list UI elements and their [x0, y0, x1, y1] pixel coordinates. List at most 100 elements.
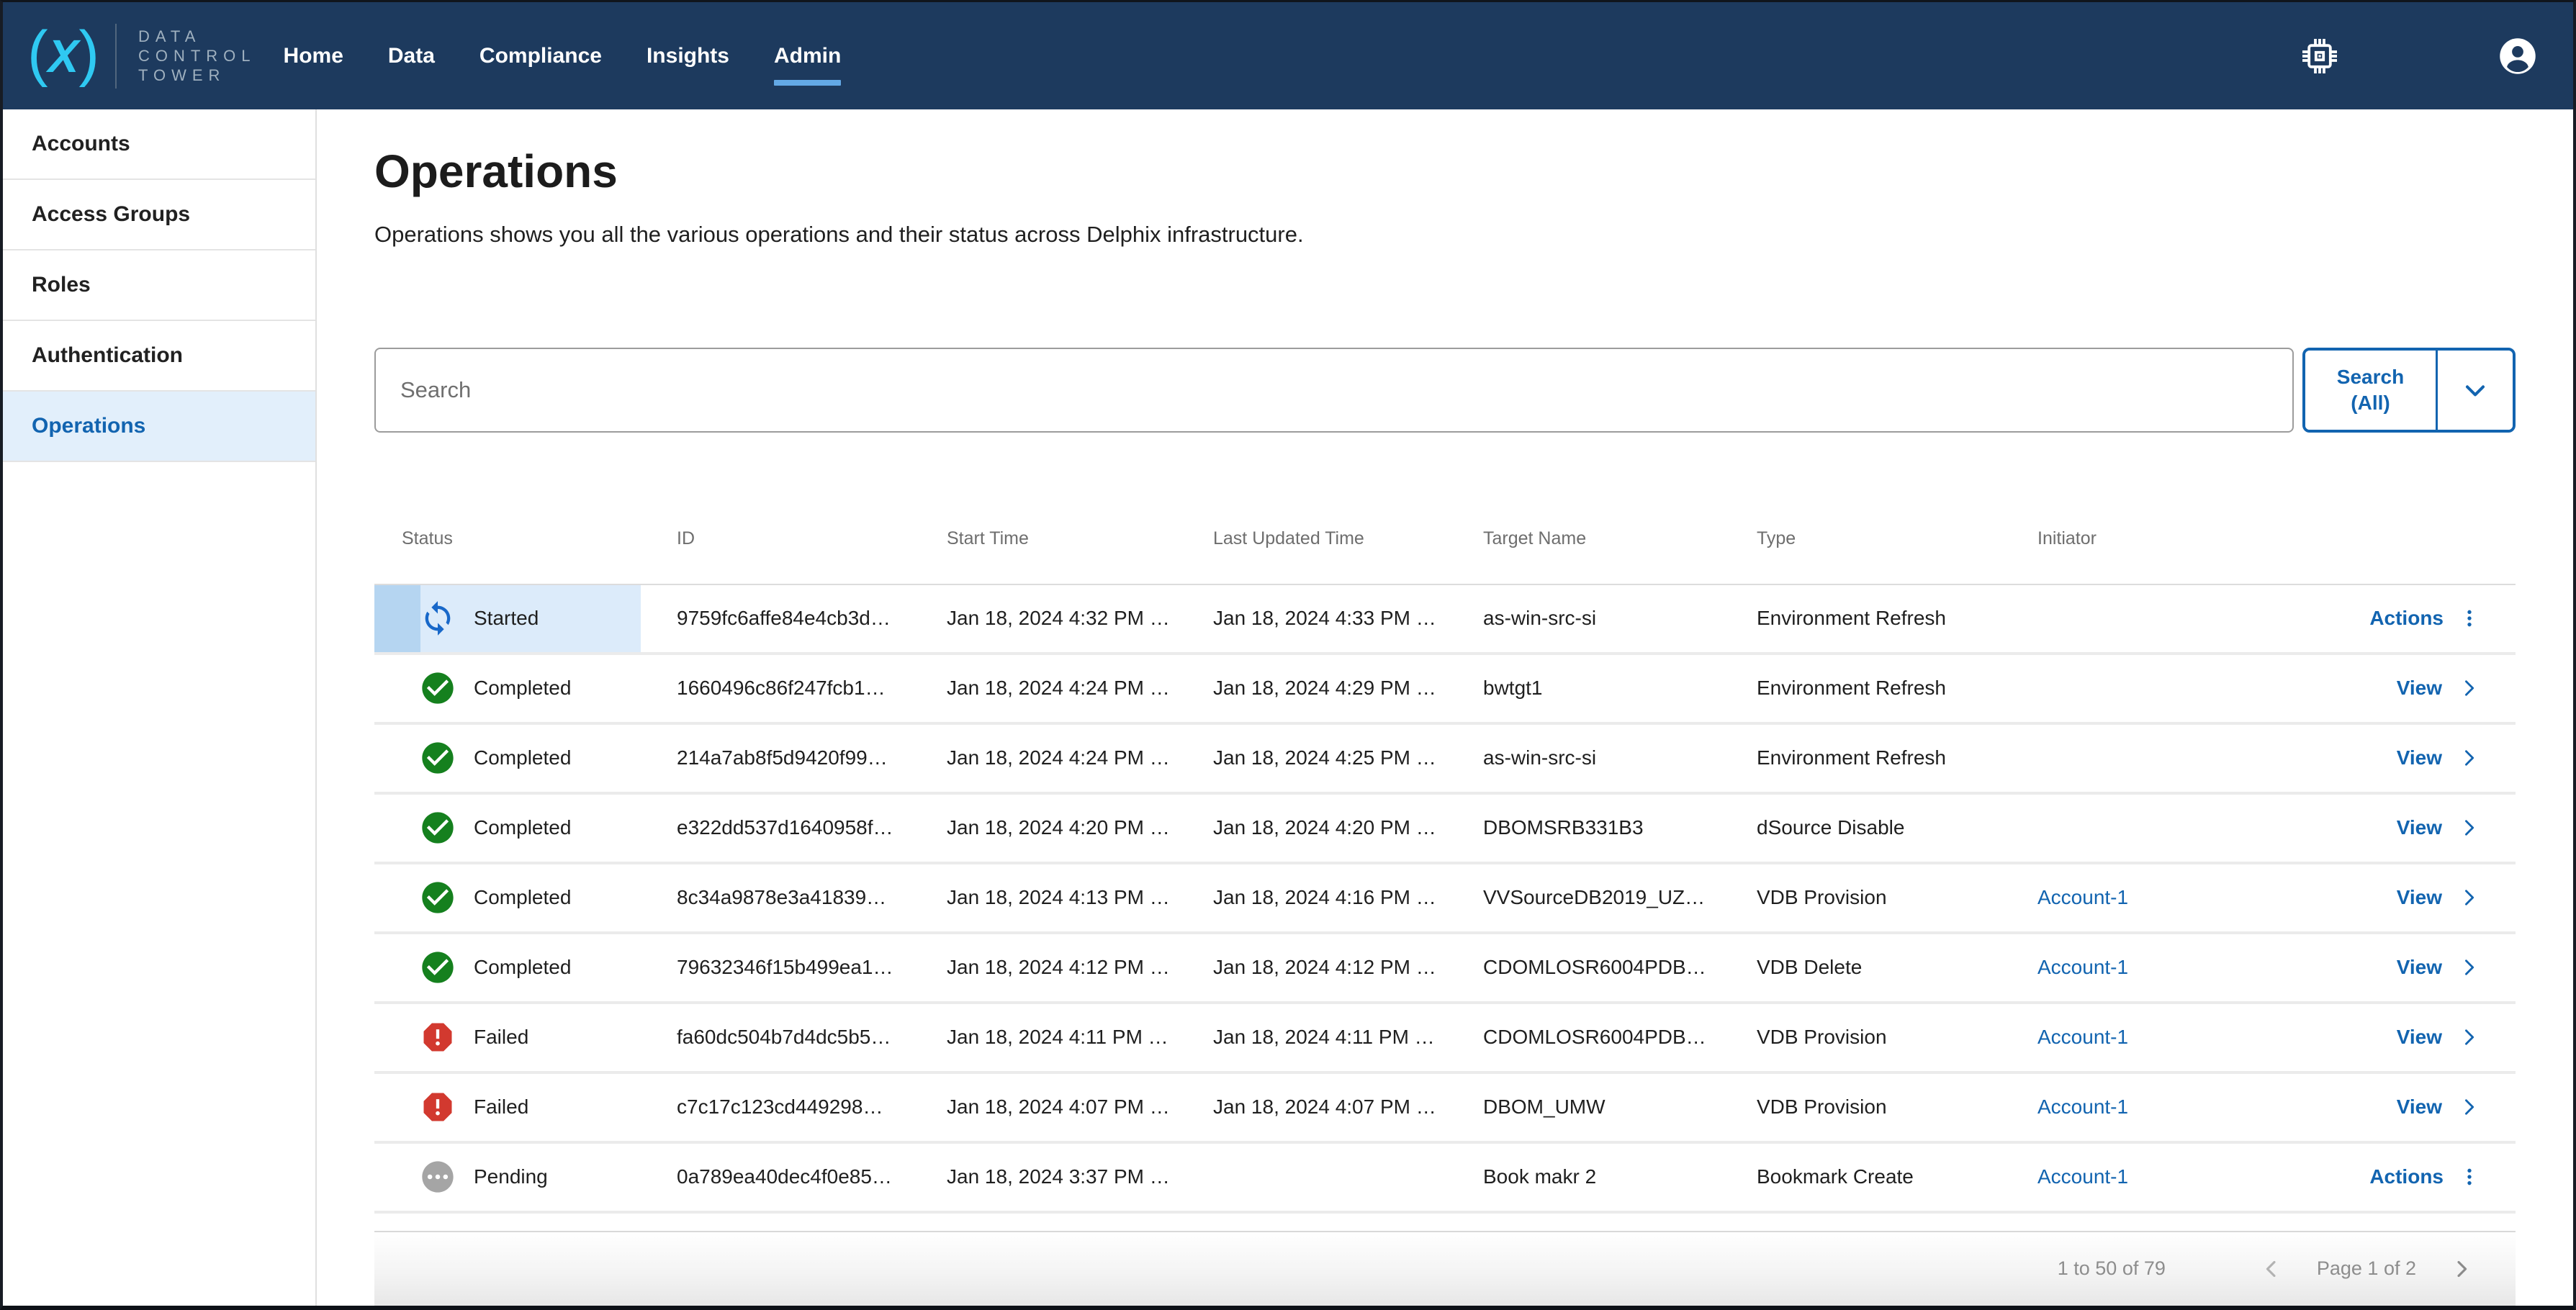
table-row[interactable]: Started 9759fc6affe84e4cb3d… Jan 18, 202… [374, 585, 2516, 655]
status-label: Completed [474, 816, 571, 839]
sidebar-item-authentication[interactable]: Authentication [3, 321, 315, 392]
action-label: Actions [2369, 607, 2444, 630]
target-name-cell: CDOMLOSR6004PDB… [1447, 1026, 1721, 1049]
table-row[interactable]: Completed e322dd537d1640958f… Jan 18, 20… [374, 795, 2516, 864]
chevron-right-icon [2456, 885, 2481, 910]
pagination-prev-button[interactable] [2258, 1255, 2285, 1283]
action-cell: Actions [2318, 1165, 2516, 1188]
sidebar-item-access-groups[interactable]: Access Groups [3, 180, 315, 250]
table-row[interactable]: Completed 1660496c86f247fcb1… Jan 18, 20… [374, 655, 2516, 725]
row-action-link[interactable]: View [2397, 1095, 2481, 1119]
col-header-initiator: Initiator [2001, 528, 2318, 549]
id-cell: fa60dc504b7d4dc5b5… [641, 1026, 911, 1049]
pagination-next-button[interactable] [2448, 1255, 2475, 1283]
initiator-cell: Account-1 [2001, 1026, 2318, 1049]
action-label: View [2397, 816, 2442, 839]
table-row[interactable]: Pending 0a789ea40dec4f0e85… Jan 18, 2024… [374, 1144, 2516, 1214]
type-cell: VDB Provision [1721, 886, 2001, 909]
initiator-link[interactable]: Account-1 [2037, 956, 2128, 978]
initiator-link[interactable]: Account-1 [2037, 1165, 2128, 1188]
status-label: Failed [474, 1096, 528, 1119]
error-octagon-icon [419, 1018, 456, 1056]
sidebar-item-operations[interactable]: Operations [3, 392, 315, 462]
action-cell: Actions [2318, 607, 2516, 630]
id-cell: 9759fc6affe84e4cb3d… [641, 607, 911, 630]
action-label: View [2397, 886, 2442, 909]
initiator-cell: Account-1 [2001, 1165, 2318, 1188]
table-row[interactable]: Failed fa60dc504b7d4dc5b5… Jan 18, 2024 … [374, 1004, 2516, 1074]
row-action-link[interactable]: Actions [2369, 1165, 2481, 1188]
search-all-button[interactable]: Search (All) [2305, 351, 2438, 430]
nav-item-data[interactable]: Data [388, 44, 435, 68]
main-nav: Home Data Compliance Insights Admin [284, 44, 842, 68]
row-action-link[interactable]: View [2397, 885, 2481, 910]
row-action-link[interactable]: View [2397, 955, 2481, 980]
table-row[interactable]: Completed 214a7ab8f5d9420f99… Jan 18, 20… [374, 725, 2516, 795]
type-cell: Environment Refresh [1721, 677, 2001, 700]
type-cell: Environment Refresh [1721, 607, 2001, 630]
pending-dots-icon [419, 1158, 456, 1196]
nav-item-admin[interactable]: Admin [774, 44, 841, 68]
check-circle-icon [419, 739, 456, 777]
id-cell: 214a7ab8f5d9420f99… [641, 746, 911, 769]
row-action-link[interactable]: View [2397, 746, 2481, 770]
start-time-cell: Jan 18, 2024 4:12 PM … [911, 956, 1177, 979]
navbar-actions [2302, 37, 2537, 76]
action-label: View [2397, 677, 2442, 700]
chevron-right-icon [2456, 1095, 2481, 1119]
row-action-link[interactable]: Actions [2369, 607, 2481, 630]
nav-item-insights[interactable]: Insights [647, 44, 729, 68]
row-action-link[interactable]: View [2397, 676, 2481, 700]
nav-item-home[interactable]: Home [284, 44, 343, 68]
logo-wordmark: DATA CONTROL TOWER [138, 27, 256, 85]
status-cell: Completed [374, 795, 641, 862]
id-cell: 1660496c86f247fcb1… [641, 677, 911, 700]
action-cell: View [2318, 676, 2516, 700]
sidebar-item-roles[interactable]: Roles [3, 250, 315, 321]
status-cell: Failed [374, 1074, 641, 1141]
sidebar-item-accounts[interactable]: Accounts [3, 109, 315, 180]
last-updated-cell: Jan 18, 2024 4:29 PM … [1177, 677, 1447, 700]
initiator-cell: Account-1 [2001, 956, 2318, 979]
app-logo: (X) DATA CONTROL TOWER [27, 24, 256, 89]
account-icon[interactable] [2498, 37, 2537, 76]
initiator-link[interactable]: Account-1 [2037, 1096, 2128, 1118]
id-cell: 8c34a9878e3a41839… [641, 886, 911, 909]
start-time-cell: Jan 18, 2024 4:20 PM … [911, 816, 1177, 839]
logo-divider [115, 24, 117, 89]
status-cell: Completed [374, 655, 641, 722]
row-action-link[interactable]: View [2397, 1025, 2481, 1049]
type-cell: Environment Refresh [1721, 746, 2001, 769]
action-cell: View [2318, 816, 2516, 840]
search-scope-dropdown[interactable] [2438, 351, 2513, 430]
kebab-menu-icon [2458, 1165, 2481, 1188]
initiator-link[interactable]: Account-1 [2037, 886, 2128, 908]
page-title: Operations [374, 144, 2516, 199]
table-row[interactable]: Failed c7c17c123cd449298… Jan 18, 2024 4… [374, 1074, 2516, 1144]
admin-sidebar: Accounts Access Groups Roles Authenticat… [3, 109, 317, 1306]
check-circle-icon [419, 879, 456, 916]
nav-item-compliance[interactable]: Compliance [479, 44, 602, 68]
status-cell: Completed [374, 725, 641, 792]
last-updated-cell: Jan 18, 2024 4:33 PM … [1177, 607, 1447, 630]
status-cell: Started [374, 585, 641, 652]
action-label: Actions [2369, 1165, 2444, 1188]
table-row[interactable]: Completed 79632346f15b499ea1… Jan 18, 20… [374, 934, 2516, 1004]
search-input[interactable] [374, 348, 2294, 433]
body: Accounts Access Groups Roles Authenticat… [3, 109, 2573, 1306]
row-action-link[interactable]: View [2397, 816, 2481, 840]
api-chip-icon[interactable] [2302, 39, 2337, 73]
search-button-group: Search (All) [2302, 348, 2516, 433]
table-header: Status ID Start Time Last Updated Time T… [374, 494, 2516, 585]
status-cell: Failed [374, 1004, 641, 1071]
status-label: Failed [474, 1026, 528, 1049]
table-row[interactable]: Completed 8c34a9878e3a41839… Jan 18, 202… [374, 864, 2516, 934]
chevron-right-icon [2456, 746, 2481, 770]
dct-logo-mark-icon: (X) [27, 25, 96, 87]
start-time-cell: Jan 18, 2024 4:32 PM … [911, 607, 1177, 630]
chevron-left-icon [2258, 1255, 2285, 1283]
start-time-cell: Jan 18, 2024 4:07 PM … [911, 1096, 1177, 1119]
last-updated-cell: Jan 18, 2024 4:20 PM … [1177, 816, 1447, 839]
last-updated-cell: Jan 18, 2024 4:25 PM … [1177, 746, 1447, 769]
initiator-link[interactable]: Account-1 [2037, 1026, 2128, 1048]
